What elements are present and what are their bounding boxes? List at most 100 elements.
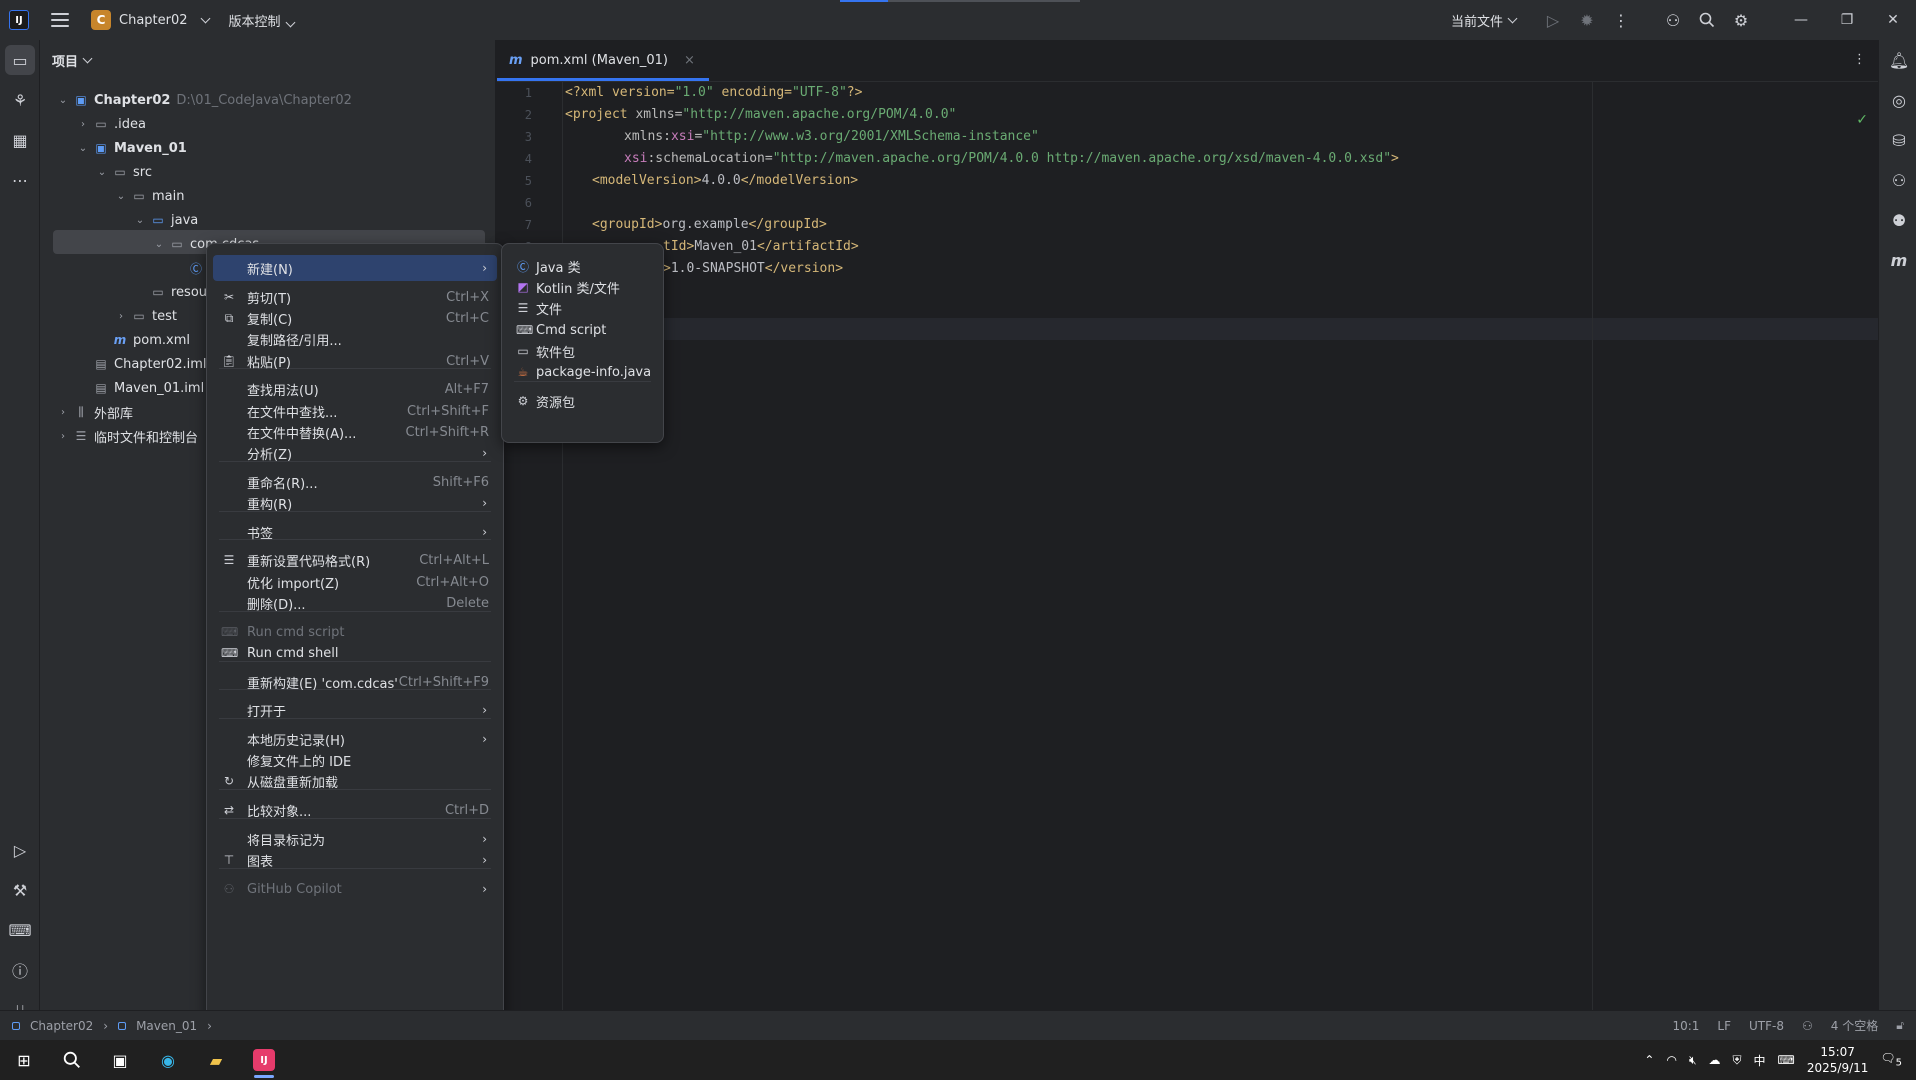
menu-item[interactable]: 新建(N) › [213, 255, 497, 281]
module-icon [12, 1021, 20, 1030]
project-panel-header[interactable]: 项目 [40, 40, 495, 80]
close-tab-icon[interactable]: × [684, 53, 695, 68]
search-icon[interactable] [1690, 0, 1724, 40]
run-icon[interactable]: ▷ [1536, 0, 1570, 40]
vcs-menu[interactable]: 版本控制 [229, 11, 295, 30]
more-icon[interactable]: ⋮ [1604, 0, 1638, 40]
submenu-item[interactable]: ⚙ 资源包 [508, 388, 657, 414]
tree-item[interactable]: › ▭ test [114, 304, 177, 328]
breadcrumb-item[interactable]: Chapter02 [30, 1019, 93, 1033]
chevron-down-icon[interactable]: ⌄ [133, 215, 147, 226]
menu-item[interactable]: 重新构建(E) 'com.cdcas' Ctrl+Shift+F9 [213, 669, 497, 695]
search-icon[interactable] [48, 1040, 96, 1080]
terminal-tool-icon[interactable]: ⌨ [0, 910, 40, 950]
tree-item[interactable]: ▤ Chapter02.iml [76, 352, 206, 376]
indent-setting[interactable]: 4 个空格 [1831, 1017, 1878, 1034]
menu-item[interactable]: 重构(R) › [213, 490, 497, 516]
chevron-up-icon[interactable]: ⌃ [1644, 1053, 1654, 1067]
tree-item[interactable]: ⌄ ▣ Maven_01 [76, 136, 187, 160]
menu-item[interactable]: ⊤ 图表 › [213, 847, 497, 873]
chevron-down-icon[interactable]: ⌄ [56, 95, 70, 106]
project-tool-icon[interactable]: ▭ [5, 45, 35, 75]
problems-tool-icon[interactable]: ⓘ [0, 950, 40, 990]
read-only-lock-icon[interactable]: 🔓︎ [1896, 1018, 1904, 1033]
no-problems-check-icon[interactable]: ✓ [1856, 112, 1868, 128]
tree-item[interactable]: m pom.xml [95, 328, 190, 352]
chevron-down-icon[interactable]: ⌄ [152, 239, 166, 250]
chevron-down-icon[interactable]: ⌄ [76, 143, 90, 154]
tree-item[interactable]: ⌄ ▭ java [133, 208, 198, 232]
copilot-icon[interactable]: ⚉ [1879, 200, 1916, 240]
tree-item[interactable]: Ⓒ [171, 256, 209, 280]
task-view-icon[interactable]: ▣ [96, 1040, 144, 1080]
restore-icon[interactable]: ❐ [1824, 0, 1870, 40]
copilot-chat-icon[interactable]: ⚇ [1879, 160, 1916, 200]
menu-item[interactable]: 删除(D)... Delete [213, 590, 497, 616]
tree-item[interactable]: ▤ Maven_01.iml [76, 376, 204, 400]
menu-item[interactable]: 📋︎ 粘贴(P) Ctrl+V [213, 348, 497, 374]
build-tool-icon[interactable]: ⚒ [0, 870, 40, 910]
intellij-logo-icon[interactable]: IJ [9, 10, 29, 30]
add-user-icon[interactable]: ⚇ [1656, 0, 1690, 40]
chevron-right-icon[interactable]: › [56, 407, 70, 418]
menu-item[interactable]: 书签 › [213, 519, 497, 545]
caret-position[interactable]: 10:1 [1672, 1019, 1699, 1033]
notifications-icon[interactable]: 🔔︎ [1879, 40, 1916, 80]
tree-item[interactable]: › ⫼ 外部库 [56, 400, 133, 424]
keyboard-layout-icon[interactable]: ⌨ [1778, 1053, 1795, 1067]
file-encoding[interactable]: UTF-8 [1749, 1019, 1784, 1033]
debug-icon[interactable]: ✹ [1570, 0, 1604, 40]
tree-item[interactable]: ⌄ ▭ main [114, 184, 185, 208]
notification-center-icon[interactable]: 🗨︎5 [1880, 1051, 1902, 1068]
windows-start-icon[interactable]: ⊞ [0, 1040, 48, 1080]
tab-pom-xml[interactable]: m pom.xml (Maven_01) × [497, 39, 709, 81]
tree-item[interactable]: ⌄ ▭ src [95, 160, 152, 184]
intellij-taskbar-icon[interactable]: IJ [240, 1040, 288, 1080]
breadcrumb-item[interactable]: Maven_01 [136, 1019, 197, 1033]
line-separator[interactable]: LF [1717, 1019, 1731, 1033]
clock[interactable]: 15:07 2025/9/11 [1807, 1044, 1869, 1076]
services-tool-icon[interactable]: ⚘ [0, 80, 40, 120]
onedrive-icon[interactable]: ☁ [1709, 1053, 1721, 1067]
main-menu-icon[interactable] [51, 13, 69, 27]
more-icon[interactable]: ⋮ [1853, 52, 1866, 67]
chevron-right-icon[interactable]: › [56, 431, 70, 442]
menu-item[interactable]: ↻ 从磁盘重新加载 [213, 768, 497, 794]
security-icon[interactable]: ⛨ [1733, 1053, 1742, 1068]
minimize-icon[interactable]: — [1778, 0, 1824, 40]
volume-muted-icon[interactable]: 🔇︎ [1689, 1053, 1697, 1068]
ime-indicator[interactable]: 中 [1754, 1052, 1766, 1069]
database-icon[interactable]: ⛁ [1879, 120, 1916, 160]
more-tools-icon[interactable]: ⋯ [0, 160, 40, 200]
tree-item[interactable]: › ☰ 临时文件和控制台 [56, 424, 198, 448]
menu-item[interactable]: 打开于 › [213, 697, 497, 723]
structure-tool-icon[interactable]: ▦ [0, 120, 40, 160]
run-config-selector[interactable]: 当前文件 [1451, 11, 1518, 30]
menu-item[interactable]: ⇄ 比较对象... Ctrl+D [213, 797, 497, 823]
chevron-down-icon [82, 53, 93, 63]
tree-item[interactable]: ⌄ ▣ Chapter02 D:\01_CodeJava\Chapter02 [56, 88, 352, 112]
run-tool-icon[interactable]: ▷ [0, 830, 40, 870]
network-icon[interactable]: ◠ [1666, 1053, 1676, 1067]
close-icon[interactable]: ✕ [1870, 0, 1916, 40]
copilot-status-icon[interactable]: ⚇ [1802, 1019, 1813, 1033]
chevron-right-icon[interactable]: › [76, 119, 90, 130]
ai-assistant-icon[interactable]: ◎ [1879, 80, 1916, 120]
menu-item-shortcut: Shift+F6 [432, 474, 489, 490]
file-explorer-icon[interactable]: ▰ [192, 1040, 240, 1080]
code-area[interactable]: <?xml version="1.0" encoding="UTF-8"?> <… [565, 82, 1878, 1010]
status-bar: Chapter02 › Maven_01 › 10:1 LF UTF-8 ⚇ 4… [0, 1010, 1916, 1040]
chevron-right-icon[interactable]: › [114, 311, 128, 322]
menu-item-shortcut: Ctrl+Alt+L [419, 552, 489, 568]
menu-item[interactable]: 分析(Z) › [213, 440, 497, 466]
chevron-down-icon[interactable]: ⌄ [114, 191, 128, 202]
chevron-down-icon[interactable]: ⌄ [95, 167, 109, 178]
tree-item[interactable]: › ▭ .idea [76, 112, 146, 136]
settings-icon[interactable]: ⚙ [1724, 0, 1758, 40]
chevron-right-icon: › [482, 703, 487, 717]
maven-tool-icon[interactable]: m [1879, 240, 1916, 280]
project-switcher[interactable]: C Chapter02 [91, 10, 210, 30]
submenu-item[interactable]: ☕ package-info.java [508, 359, 657, 385]
edge-browser-icon[interactable]: ◉ [144, 1040, 192, 1080]
menu-item[interactable]: ⌨ Run cmd shell [213, 640, 497, 666]
